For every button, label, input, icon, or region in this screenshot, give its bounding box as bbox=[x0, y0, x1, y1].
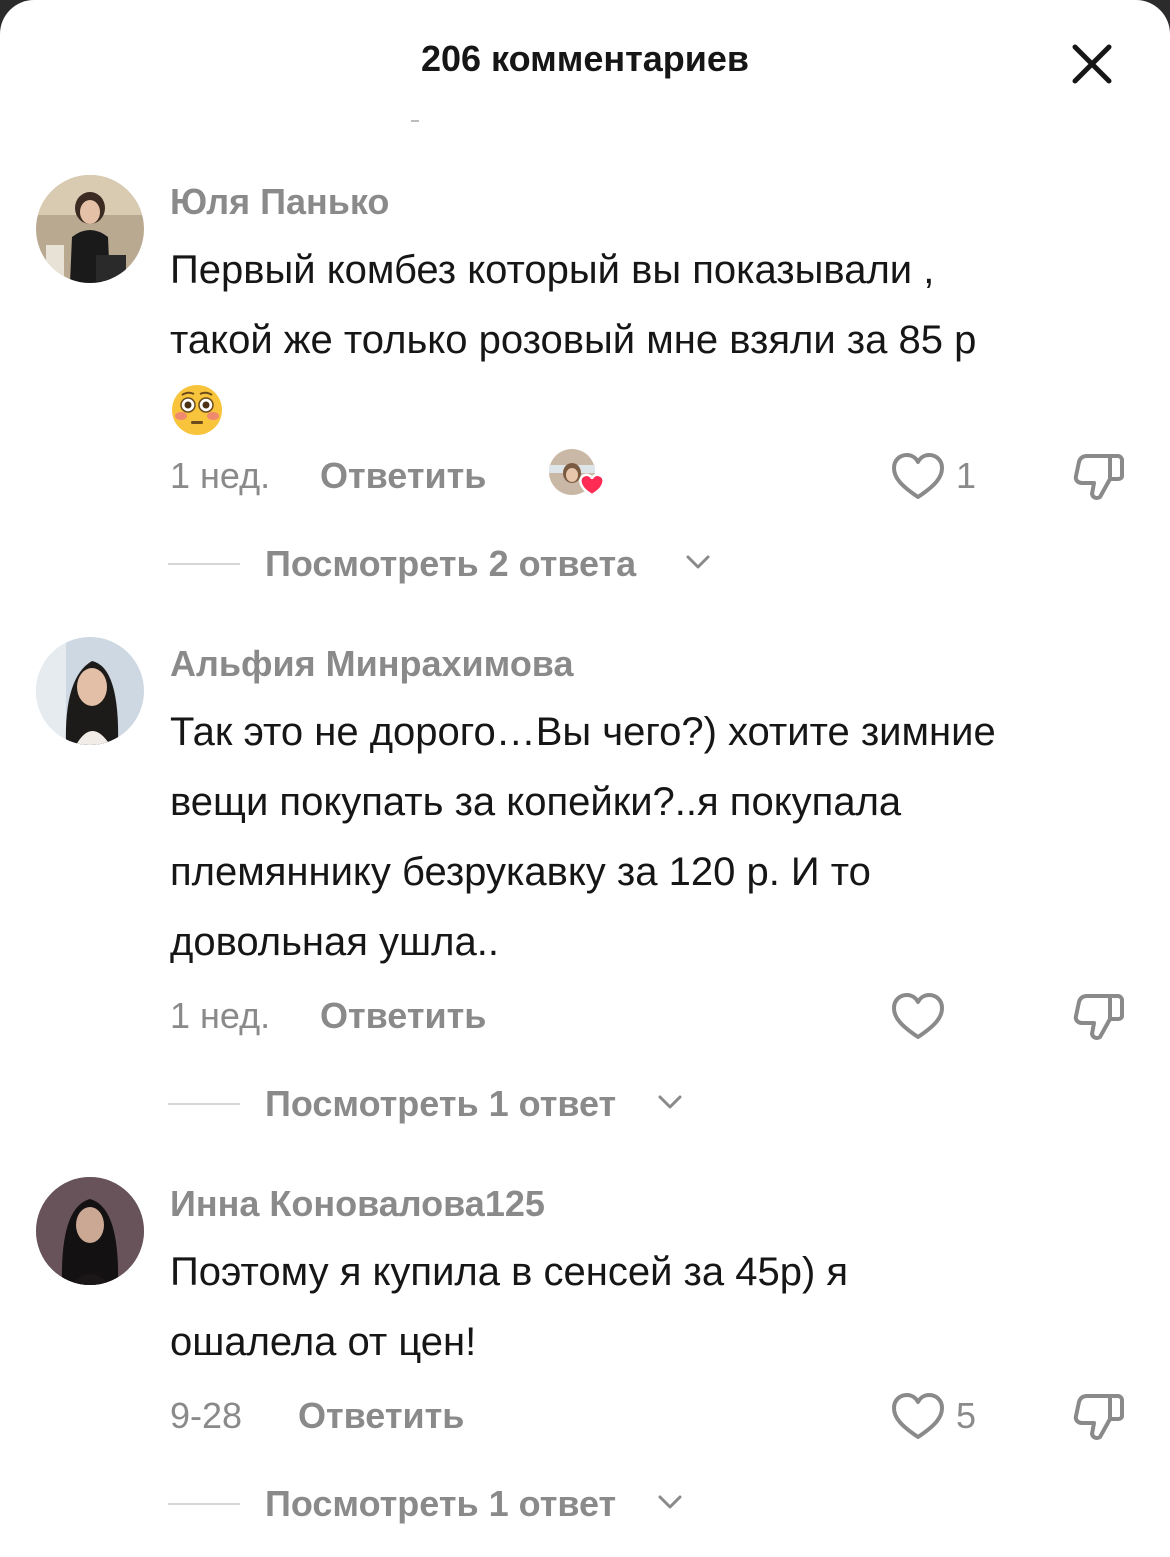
close-button[interactable] bbox=[1064, 36, 1120, 92]
comment-meta: 1 нед. Ответить 1 bbox=[0, 447, 1170, 507]
comment-meta: 1 нед. Ответить bbox=[0, 987, 1170, 1047]
like-button[interactable] bbox=[888, 989, 948, 1043]
thumbs-down-icon bbox=[1073, 994, 1124, 1040]
comment-time: 1 нед. bbox=[170, 995, 271, 1036]
replies-divider bbox=[168, 563, 240, 565]
like-count: 1 bbox=[956, 455, 977, 496]
dislike-button[interactable] bbox=[1070, 989, 1126, 1045]
replies-divider bbox=[168, 1503, 240, 1505]
close-icon bbox=[1072, 44, 1112, 84]
divider-mark bbox=[411, 120, 419, 122]
comment-text-line: вещи покупать за копейки?..я покупала bbox=[170, 780, 902, 824]
view-replies-label: Посмотреть 1 ответ bbox=[265, 1083, 617, 1124]
view-replies-label: Посмотреть 2 ответа bbox=[265, 543, 637, 584]
comment-time: 1 нед. bbox=[170, 455, 271, 496]
comments-count-title: 206 комментариев bbox=[420, 38, 750, 79]
thumbs-down-icon bbox=[1073, 1394, 1124, 1440]
comment-text: Первый комбез который вы показывали , та… bbox=[170, 235, 1130, 445]
view-replies-label: Посмотреть 1 ответ bbox=[265, 1483, 617, 1524]
dislike-button[interactable] bbox=[1070, 1389, 1126, 1445]
chevron-down-icon bbox=[686, 555, 710, 569]
heart-outline-icon bbox=[892, 1393, 944, 1439]
avatar[interactable] bbox=[36, 175, 144, 283]
view-replies-button[interactable]: Посмотреть 1 ответ bbox=[0, 1079, 1170, 1129]
reply-button[interactable]: Ответить bbox=[320, 995, 486, 1037]
replies-divider bbox=[168, 1103, 240, 1105]
chevron-down-icon bbox=[658, 1495, 682, 1509]
comment-text-line: Так это не дорого…Вы чего?) хотите зимни… bbox=[170, 710, 996, 754]
comment-text-line: довольная ушла.. bbox=[170, 920, 499, 964]
comment-text-line: Первый комбез который вы показывали , bbox=[170, 248, 935, 292]
chevron-down-icon bbox=[658, 1095, 682, 1109]
comment-username[interactable]: Альфия Минрахимова bbox=[170, 643, 574, 685]
heart-badge-icon bbox=[579, 473, 605, 497]
comment-meta: 9-28 Ответить 5 bbox=[0, 1387, 1170, 1447]
thumbs-down-icon bbox=[1073, 454, 1124, 500]
heart-outline-icon bbox=[892, 993, 944, 1039]
comment-text-line: ошалела от цен! bbox=[170, 1320, 477, 1364]
avatar[interactable] bbox=[36, 637, 144, 745]
dislike-button[interactable] bbox=[1070, 449, 1126, 505]
comment-username[interactable]: Инна Коновалова125 bbox=[170, 1183, 545, 1225]
heart-outline-icon bbox=[892, 453, 944, 499]
comment-text: Поэтому я купила в сенсей за 45р) я ошал… bbox=[170, 1237, 1130, 1377]
comments-sheet: 206 комментариев Юля Панько Первый комбе… bbox=[0, 0, 1170, 1557]
view-replies-button[interactable]: Посмотреть 1 ответ bbox=[0, 1479, 1170, 1529]
comment-emoji-line bbox=[170, 375, 1130, 445]
comment-text-line: племяннику безрукавку за 120 р. И то bbox=[170, 850, 871, 894]
like-button[interactable] bbox=[888, 449, 948, 503]
comment-text-line: такой же только розовый мне взяли за 85 … bbox=[170, 318, 977, 362]
like-button[interactable] bbox=[888, 1389, 948, 1443]
comment-text-line: Поэтому я купила в сенсей за 45р) я bbox=[170, 1250, 849, 1294]
avatar[interactable] bbox=[36, 1177, 144, 1285]
comment-username[interactable]: Юля Панько bbox=[170, 181, 389, 223]
comment-time: 9-28 bbox=[170, 1395, 243, 1436]
comment-text: Так это не дорого…Вы чего?) хотите зимни… bbox=[170, 697, 1130, 977]
creator-liked-badge[interactable] bbox=[548, 447, 606, 499]
flushed-face-emoji bbox=[172, 385, 222, 436]
reply-button[interactable]: Ответить bbox=[298, 1395, 464, 1437]
view-replies-button[interactable]: Посмотреть 2 ответа bbox=[0, 539, 1170, 589]
reply-button[interactable]: Ответить bbox=[320, 455, 486, 497]
like-count: 5 bbox=[956, 1395, 977, 1436]
